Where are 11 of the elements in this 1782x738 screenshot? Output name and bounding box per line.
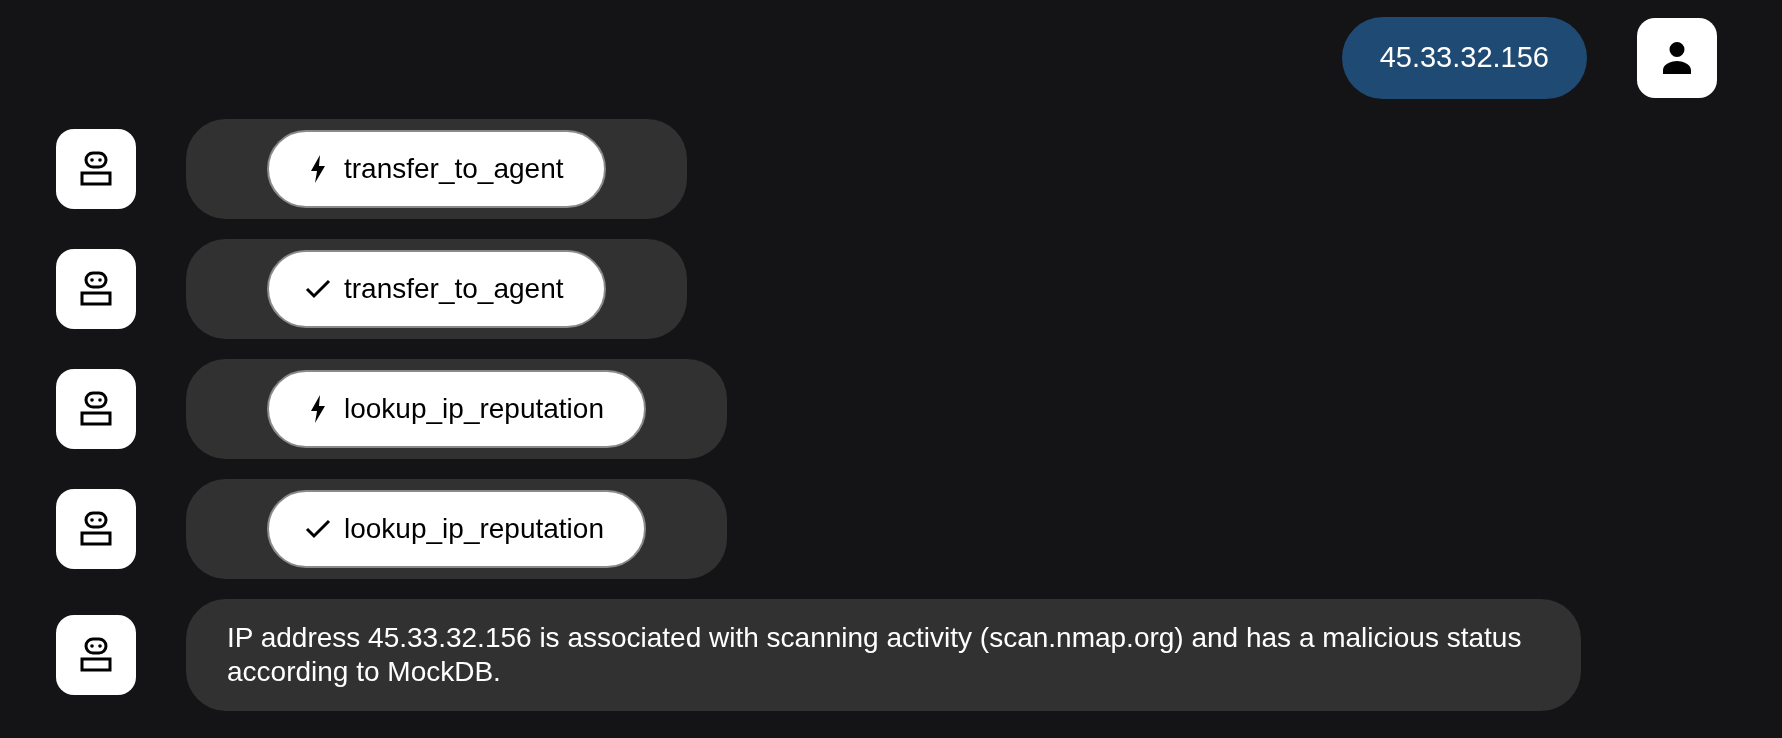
robot-icon bbox=[79, 151, 113, 187]
tool-name: transfer_to_agent bbox=[344, 152, 564, 186]
tool-name: lookup_ip_reputation bbox=[344, 512, 604, 546]
robot-icon bbox=[79, 511, 113, 547]
user-message: 45.33.32.156 bbox=[1341, 17, 1587, 99]
tool-name: lookup_ip_reputation bbox=[344, 392, 604, 426]
robot-icon bbox=[79, 271, 113, 307]
robot-icon bbox=[79, 637, 113, 673]
robot-icon bbox=[79, 391, 113, 427]
message-text: IP address 45.33.32.156 is associated with scanning activity (scan.nmap.org) and has a malicious status according to MockDB. bbox=[227, 621, 1523, 689]
tool-name: transfer_to_agent bbox=[344, 272, 564, 306]
